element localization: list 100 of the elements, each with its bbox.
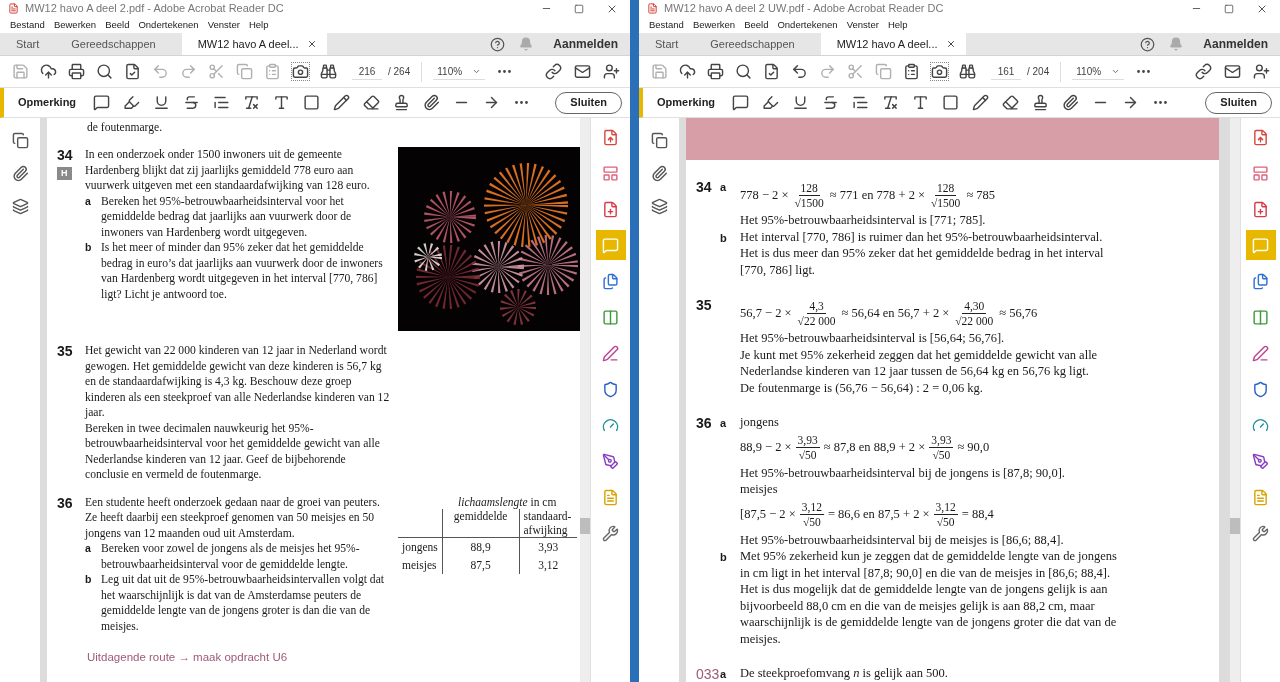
menu-item[interactable]: Bestand xyxy=(649,17,684,33)
exercise-text: Bereken in twee decimalen nauwkeurig het 95%-betrouwbaarheidsinterval voor het gemiddelde gewicht van alle Nederlandse kinderen van 12 jaar. Geef de bijbehorende conclusie en vermeld de foutenmarge. xyxy=(85,420,381,483)
page-total: / 264 xyxy=(388,65,411,79)
answer-number: 033 xyxy=(695,665,720,682)
scrollbar-thumb[interactable] xyxy=(580,518,590,534)
maximize-icon[interactable] xyxy=(1224,3,1234,14)
menu-item[interactable]: Ondertekenen xyxy=(138,17,199,33)
menu-item[interactable]: Help xyxy=(248,17,269,33)
answer-number: 35 xyxy=(695,296,713,315)
search-icon[interactable] xyxy=(735,63,752,80)
scrollbar-thumb[interactable] xyxy=(1230,518,1240,534)
sticky-note-icon[interactable] xyxy=(732,94,750,111)
clipboard-icon[interactable] xyxy=(903,63,920,80)
sign-in-link[interactable]: Aanmelden xyxy=(553,35,618,53)
menu-item[interactable]: Beeld xyxy=(744,17,769,33)
text-icon[interactable] xyxy=(912,94,930,111)
tab[interactable]: Start xyxy=(639,33,695,55)
snapshot-icon[interactable] xyxy=(292,63,309,80)
add-user-icon[interactable] xyxy=(1253,63,1270,80)
answer-text: De foutenmarge is (56,76 − 56,64) : 2 = 0,06 kg. xyxy=(740,379,984,396)
mail-icon[interactable] xyxy=(1224,63,1241,80)
pages-icon[interactable] xyxy=(650,132,668,149)
clipboard-icon[interactable] xyxy=(264,63,281,80)
add-user-icon[interactable] xyxy=(603,63,620,80)
text-icon[interactable] xyxy=(273,94,291,111)
zoom-dropdown[interactable]: 110% xyxy=(1072,63,1125,80)
text-box-icon[interactable] xyxy=(942,94,960,111)
binoculars-icon[interactable] xyxy=(320,63,337,80)
menu-item[interactable]: Venster xyxy=(846,17,879,33)
paperclip-icon[interactable] xyxy=(423,94,441,111)
file-check-icon[interactable] xyxy=(124,63,141,80)
table-cell: 3,12 xyxy=(519,555,577,574)
underline-icon[interactable] xyxy=(792,94,810,111)
menu-item[interactable]: Bewerken xyxy=(692,17,736,33)
binoculars-icon[interactable] xyxy=(959,63,976,80)
tab[interactable]: MW12 havo A deel... xyxy=(181,33,327,55)
files-icon xyxy=(602,272,619,290)
mail-icon[interactable] xyxy=(574,63,591,80)
eraser-icon[interactable] xyxy=(363,94,381,111)
formula-text: ≈ 785 xyxy=(966,186,996,204)
answer-text: Het 95%-betrouwbaarheidsinterval is [56,64; 56,76]. xyxy=(740,330,1006,347)
search-icon[interactable] xyxy=(96,63,113,80)
tab[interactable]: Start xyxy=(0,33,56,55)
sign-in-link[interactable]: Aanmelden xyxy=(1203,35,1268,53)
maximize-icon[interactable] xyxy=(574,3,584,14)
menu-item[interactable]: Venster xyxy=(207,17,240,33)
close-tab-icon[interactable] xyxy=(945,39,956,49)
print-icon[interactable] xyxy=(68,63,85,80)
tab[interactable]: Gereedschappen xyxy=(55,33,172,55)
menu-item[interactable]: Beeld xyxy=(105,17,130,33)
tab[interactable]: MW12 havo A deel... xyxy=(820,33,966,55)
layers-icon[interactable] xyxy=(11,198,29,215)
table-cell: jongens xyxy=(398,537,443,556)
formula-text: = 88,4 xyxy=(961,506,994,523)
stamp-icon[interactable] xyxy=(393,94,411,111)
menu-item[interactable]: Bestand xyxy=(10,17,45,33)
eraser-icon[interactable] xyxy=(1002,94,1020,111)
snapshot-icon[interactable] xyxy=(931,63,948,80)
pencil-icon[interactable] xyxy=(333,94,351,111)
question-text: Bereken het 95%-betrouwbaarheidsinterval voor het gemiddelde bedrag dat jaarlijks aan vuurwerk door de inwoners van Hardenberg wordt uitgegeven. xyxy=(101,193,353,240)
answer-number: 36 xyxy=(695,414,713,433)
print-icon[interactable] xyxy=(707,63,724,80)
file-check-icon[interactable] xyxy=(763,63,780,80)
sticky-note-icon[interactable] xyxy=(93,94,111,111)
document-icon xyxy=(1252,488,1269,506)
comment-icon xyxy=(602,236,619,254)
menu-item[interactable]: Bewerken xyxy=(53,17,97,33)
highlighter-icon[interactable] xyxy=(762,94,780,111)
link-icon[interactable] xyxy=(1195,63,1212,80)
menu-item[interactable]: Ondertekenen xyxy=(777,17,838,33)
pencil-icon[interactable] xyxy=(972,94,990,111)
fraction: 3,93 √50 xyxy=(795,433,820,462)
help-icon[interactable] xyxy=(1140,36,1156,52)
strikethrough-icon[interactable] xyxy=(822,94,840,111)
attachment-icon[interactable] xyxy=(11,165,29,182)
zoom-dropdown[interactable]: 110% xyxy=(433,63,486,80)
attachment-icon[interactable] xyxy=(650,165,668,182)
page-number-field[interactable]: 216 xyxy=(352,63,382,80)
toolbar-label: Opmerking xyxy=(657,95,716,111)
table-cell: 88,9 xyxy=(442,537,519,556)
strikethrough-icon[interactable] xyxy=(183,94,201,111)
columns-icon xyxy=(602,308,619,326)
text-box-icon[interactable] xyxy=(303,94,321,111)
upload-icon[interactable] xyxy=(679,63,696,80)
page-number-field[interactable]: 161 xyxy=(991,63,1021,80)
highlighter-icon[interactable] xyxy=(123,94,141,111)
stamp-icon[interactable] xyxy=(1032,94,1050,111)
files-icon xyxy=(1252,272,1269,290)
paperclip-icon[interactable] xyxy=(1062,94,1080,111)
help-icon[interactable] xyxy=(490,36,506,52)
pages-icon[interactable] xyxy=(11,132,29,149)
link-icon[interactable] xyxy=(545,63,562,80)
menu-item[interactable]: Help xyxy=(887,17,908,33)
underline-icon[interactable] xyxy=(153,94,171,111)
tab[interactable]: Gereedschappen xyxy=(694,33,811,55)
challenge-link[interactable]: Uitdagende route → maak opdracht U6 xyxy=(87,651,288,663)
undo-icon[interactable] xyxy=(791,63,808,80)
upload-icon[interactable] xyxy=(40,63,57,80)
layers-icon[interactable] xyxy=(650,198,668,215)
close-tab-icon[interactable] xyxy=(306,39,317,49)
